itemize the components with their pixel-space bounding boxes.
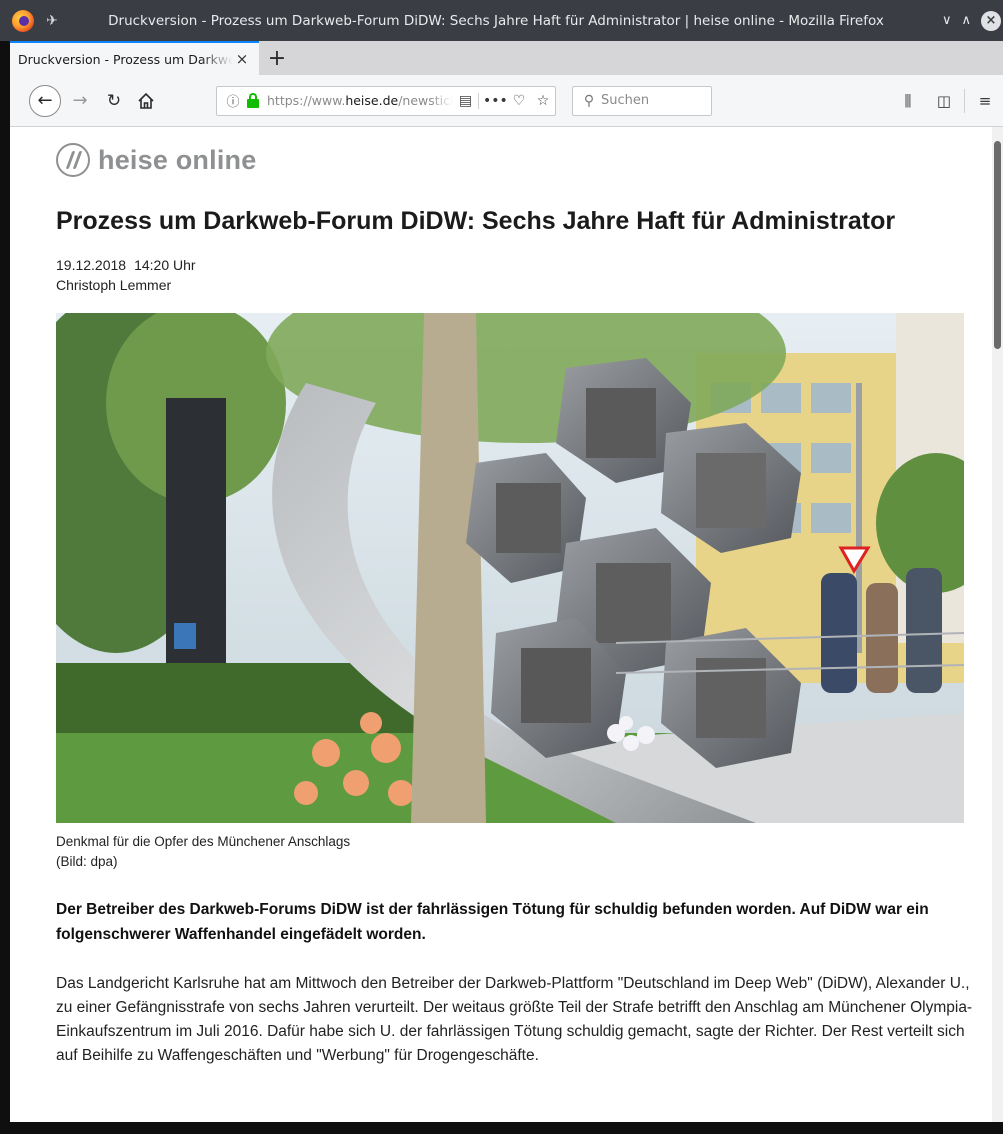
navigation-toolbar: ← → ↻ ⓘ https://www.heise.de/newsticker … bbox=[10, 75, 1003, 127]
heise-logo[interactable]: heise online bbox=[56, 143, 256, 177]
page-viewport: heise online Prozess um Darkweb-Forum Di… bbox=[10, 127, 992, 1122]
tab-close-icon[interactable]: × bbox=[233, 50, 251, 68]
toolbar-right: ⫼ ◫ ≡ bbox=[890, 88, 1003, 113]
forward-icon: → bbox=[72, 90, 88, 111]
url-text[interactable]: https://www.heise.de/newsticker bbox=[267, 93, 453, 108]
back-icon: ← bbox=[37, 90, 53, 111]
back-button[interactable]: ← bbox=[29, 84, 61, 117]
tab-active[interactable]: Druckversion - Prozess um Darkweb-Forum … bbox=[10, 41, 259, 75]
heise-logo-icon bbox=[56, 143, 90, 177]
url-bar[interactable]: ⓘ https://www.heise.de/newsticker ▤ ••• … bbox=[216, 85, 556, 116]
article-lead: Der Betreiber des Darkweb-Forums DiDW is… bbox=[56, 901, 929, 943]
reload-icon: ↻ bbox=[106, 90, 122, 111]
new-tab-button[interactable]: + bbox=[259, 41, 295, 75]
article-date: 19.12.2018 bbox=[56, 257, 127, 273]
pocket-icon[interactable]: ♡ bbox=[507, 93, 531, 109]
article-author: Christoph Lemmer bbox=[56, 277, 172, 293]
menu-icon[interactable]: ≡ bbox=[967, 92, 1003, 110]
vertical-scrollbar[interactable] bbox=[992, 127, 1003, 1122]
forward-button[interactable]: → bbox=[65, 86, 95, 116]
article-meta: 19.12.2018 14:20 Uhr Christoph Lemmer bbox=[56, 255, 196, 295]
logo-text: heise online bbox=[98, 144, 257, 175]
window-title: Druckversion - Prozess um Darkweb-Forum … bbox=[108, 12, 884, 29]
maximize-button[interactable]: ∧ bbox=[961, 13, 971, 28]
image-caption: Denkmal für die Opfer des Münchener Ansc… bbox=[56, 834, 351, 849]
url-host: heise.de bbox=[345, 93, 399, 108]
article-time: 14:20 Uhr bbox=[134, 257, 196, 273]
page-actions-icon[interactable]: ••• bbox=[483, 93, 508, 109]
minimize-button[interactable]: ∨ bbox=[942, 13, 952, 28]
firefox-logo-icon bbox=[12, 9, 34, 32]
toolbar-separator bbox=[964, 88, 965, 113]
article-headline: Prozess um Darkweb-Forum DiDW: Sechs Jah… bbox=[56, 207, 896, 235]
bookmark-star-icon[interactable]: ☆ bbox=[531, 93, 555, 109]
pin-icon[interactable]: ✈ bbox=[44, 12, 60, 29]
home-icon bbox=[138, 92, 154, 109]
sidebar-icon[interactable]: ◫ bbox=[926, 92, 962, 110]
image-credit: (Bild: dpa) bbox=[56, 854, 118, 869]
info-icon[interactable]: ⓘ bbox=[221, 91, 245, 110]
library-icon[interactable]: ⫼ bbox=[890, 92, 926, 110]
lock-icon bbox=[247, 92, 259, 108]
reload-button[interactable]: ↻ bbox=[99, 86, 129, 116]
search-bar[interactable]: ⚲ bbox=[572, 85, 712, 116]
window-bottom-border bbox=[0, 1122, 1003, 1134]
image-caption-block: Denkmal für die Opfer des Münchener Ansc… bbox=[56, 832, 350, 872]
home-button[interactable] bbox=[131, 86, 161, 116]
window-titlebar: ✈ Druckversion - Prozess um Darkweb-Foru… bbox=[0, 0, 1003, 41]
tab-strip: Druckversion - Prozess um Darkweb-Forum … bbox=[10, 41, 1003, 75]
article-body: Das Landgericht Karlsruhe hat am Mittwoc… bbox=[56, 975, 973, 1064]
reader-view-icon[interactable]: ▤ bbox=[453, 92, 479, 109]
article-image bbox=[56, 313, 964, 823]
close-window-button[interactable]: × bbox=[981, 10, 1001, 31]
search-input[interactable] bbox=[601, 93, 701, 108]
tab-title: Druckversion - Prozess um Darkweb-Forum … bbox=[18, 51, 233, 67]
memorial-photo bbox=[56, 313, 964, 823]
scrollbar-thumb[interactable] bbox=[994, 141, 1001, 349]
url-path: /newsticker bbox=[398, 93, 453, 108]
search-icon: ⚲ bbox=[583, 92, 595, 109]
url-prefix: https://www. bbox=[267, 93, 346, 108]
